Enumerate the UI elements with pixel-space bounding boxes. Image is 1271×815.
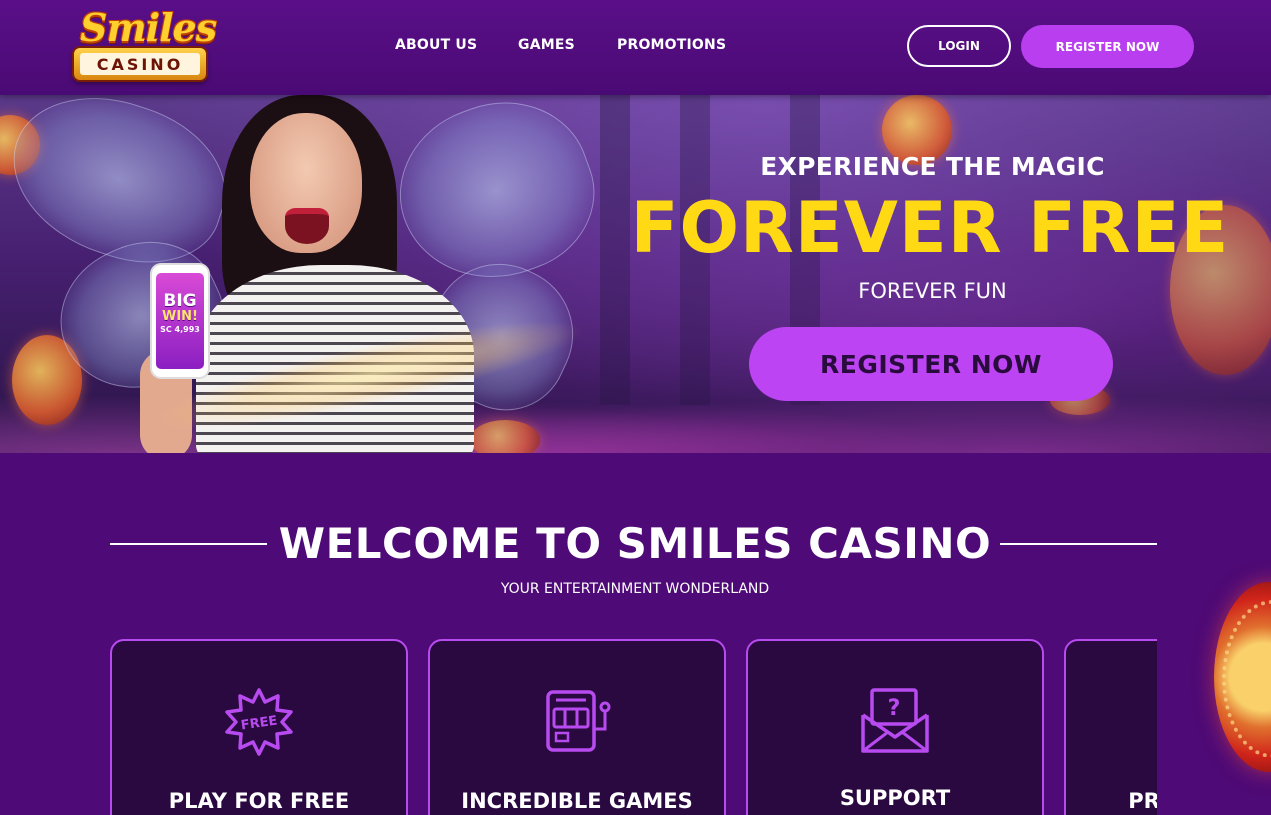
phone-screen: BIG WIN! SC 4,993	[156, 273, 204, 369]
feature-label: PR	[1128, 789, 1157, 813]
woman-smile	[285, 208, 329, 244]
feature-label: INCREDIBLE GAMES	[461, 789, 693, 813]
feature-cards: FREE PLAY FOR FREE INCREDIBLE GAMES ? SU…	[110, 637, 1157, 815]
logo-word: CASINO	[80, 53, 200, 75]
nav-games[interactable]: GAMES	[518, 37, 575, 57]
smiles-casino-logo[interactable]: Smiles CASINO	[72, 5, 217, 86]
question-envelope-icon: ?	[861, 688, 929, 753]
logo-script-text: Smiles	[80, 5, 217, 50]
divider-right	[1000, 543, 1157, 545]
feature-card-play-for-free[interactable]: FREE PLAY FOR FREE	[110, 639, 408, 815]
phone-mockup: BIG WIN! SC 4,993	[152, 265, 208, 377]
logo-plate: CASINO	[74, 48, 206, 80]
feature-card-partial[interactable]: PR	[1064, 639, 1157, 815]
header-register-button[interactable]: REGISTER NOW	[1021, 25, 1194, 68]
login-button[interactable]: LOGIN	[907, 25, 1011, 67]
welcome-subtitle: YOUR ENTERTAINMENT WONDERLAND	[500, 581, 770, 597]
feature-card-incredible-games[interactable]: INCREDIBLE GAMES	[428, 639, 726, 815]
welcome-title: WELCOME TO SMILES CASINO	[278, 519, 992, 568]
phone-sc-amount: SC 4,993	[160, 325, 200, 334]
hero-kicker: EXPERIENCE THE MAGIC	[760, 152, 1105, 181]
nav-promotions[interactable]: PROMOTIONS	[617, 37, 726, 57]
free-badge-icon: FREE	[225, 688, 293, 756]
nav-about-us[interactable]: ABOUT US	[395, 37, 477, 57]
divider-left	[110, 543, 267, 545]
hero-subtitle: FOREVER FUN	[858, 279, 1007, 303]
phone-win-text: WIN!	[162, 309, 198, 324]
hero-banner: BIG WIN! SC 4,993 EXPERIENCE THE MAGIC F…	[0, 95, 1271, 453]
question-mark: ?	[888, 696, 901, 721]
phone-big-text: BIG	[163, 291, 197, 311]
site-header: Smiles CASINO ABOUT US GAMES PROMOTIONS …	[0, 0, 1271, 95]
feature-label: PLAY FOR FREE	[168, 789, 350, 813]
feature-label: SUPPORT	[839, 786, 951, 810]
hero-register-button[interactable]: REGISTER NOW	[749, 327, 1113, 401]
coin-decoration	[470, 420, 540, 453]
feature-card-support[interactable]: ? SUPPORT	[746, 639, 1044, 815]
free-badge-text: FREE	[240, 714, 278, 734]
hero-title: FOREVER FREE	[630, 187, 1230, 269]
slot-machine-icon	[546, 690, 611, 752]
